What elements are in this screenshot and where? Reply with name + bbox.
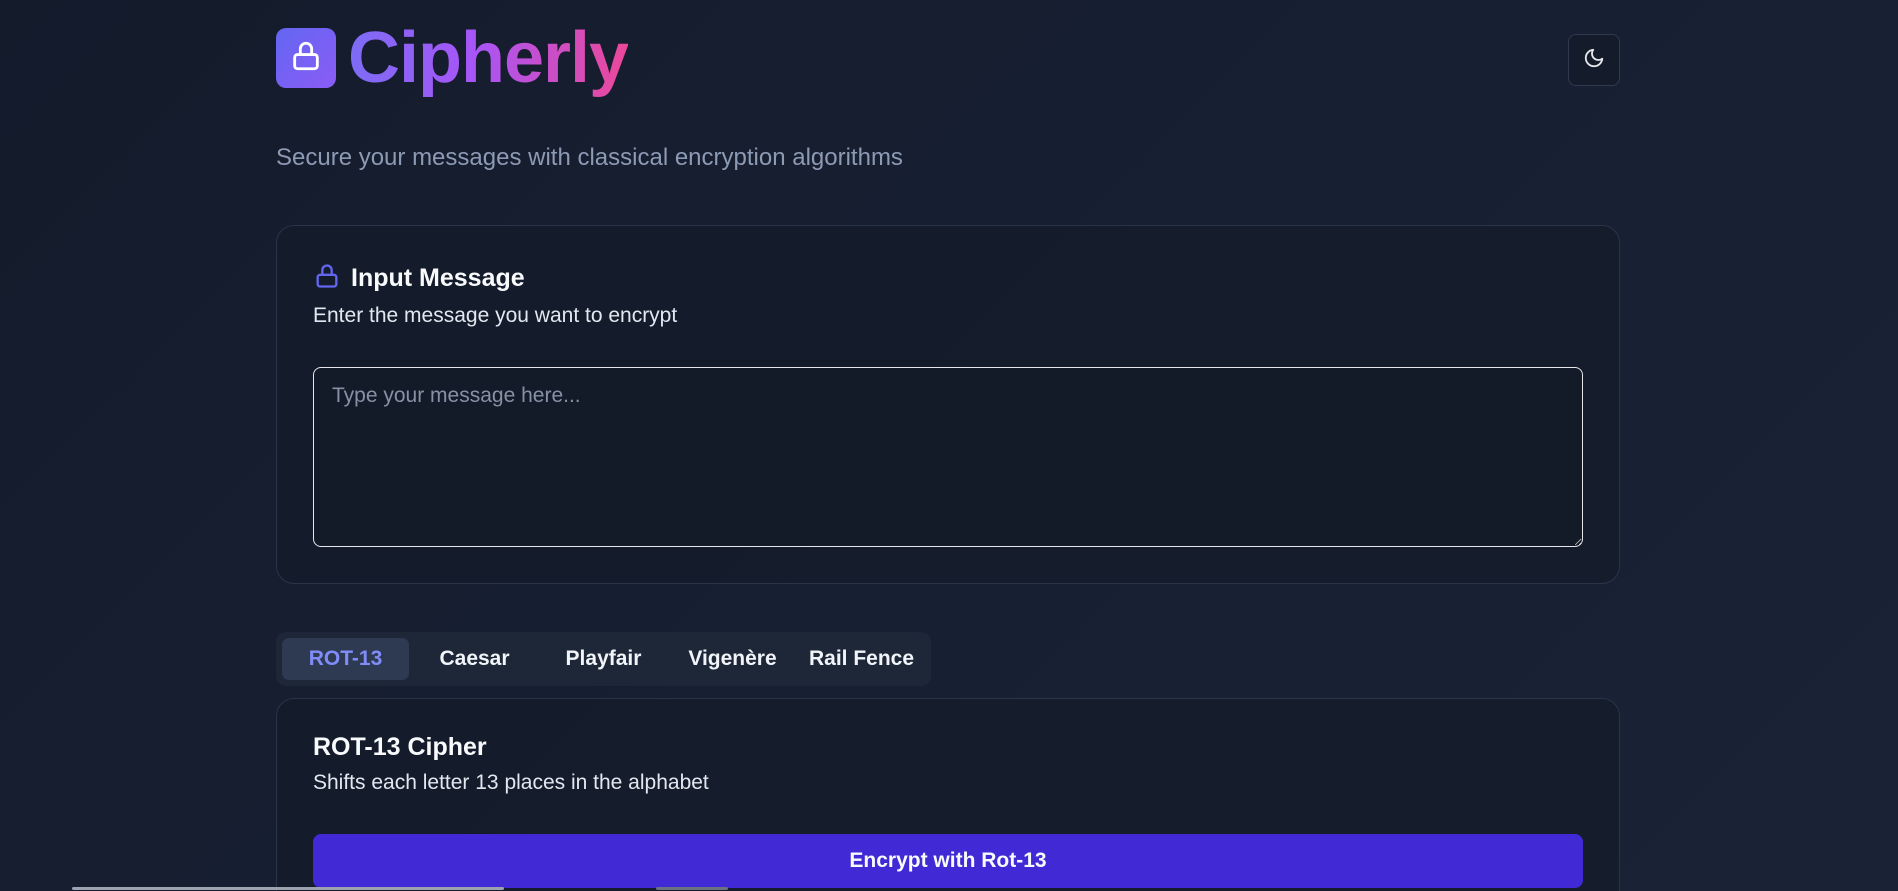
- theme-toggle-button[interactable]: [1568, 34, 1620, 86]
- tab-caesar[interactable]: Caesar: [411, 638, 538, 680]
- moon-icon: [1583, 47, 1605, 74]
- tab-vigenere[interactable]: Vigenère: [669, 638, 796, 680]
- tab-playfair[interactable]: Playfair: [540, 638, 667, 680]
- horizontal-scrollbar[interactable]: [72, 887, 504, 890]
- card-title: Input Message: [351, 264, 525, 292]
- card-description: Enter the message you want to encrypt: [313, 304, 678, 327]
- encrypt-button[interactable]: Encrypt with Rot-13: [313, 834, 1583, 888]
- tab-rot13[interactable]: ROT-13: [282, 638, 409, 680]
- cipher-card: ROT-13 Cipher Shifts each letter 13 plac…: [276, 698, 1620, 891]
- lock-icon: [289, 39, 323, 78]
- header: Cipherly: [276, 18, 1620, 98]
- card-header: Input Message: [313, 262, 525, 295]
- cipher-description: Shifts each letter 13 places in the alph…: [313, 771, 709, 794]
- page: Cipherly Secure your messages with class…: [0, 0, 1898, 891]
- cipher-title: ROT-13 Cipher: [313, 733, 487, 761]
- tagline: Secure your messages with classical encr…: [276, 144, 903, 171]
- tab-rail-fence[interactable]: Rail Fence: [798, 638, 925, 680]
- cipher-tabs: ROT-13 Caesar Playfair Vigenère Rail Fen…: [276, 632, 931, 686]
- app-title: Cipherly: [348, 18, 629, 98]
- horizontal-scrollbar-segment: [656, 887, 728, 890]
- lock-icon: [313, 262, 341, 295]
- message-input[interactable]: [313, 367, 1583, 547]
- input-message-card: Input Message Enter the message you want…: [276, 225, 1620, 584]
- logo: [276, 28, 336, 88]
